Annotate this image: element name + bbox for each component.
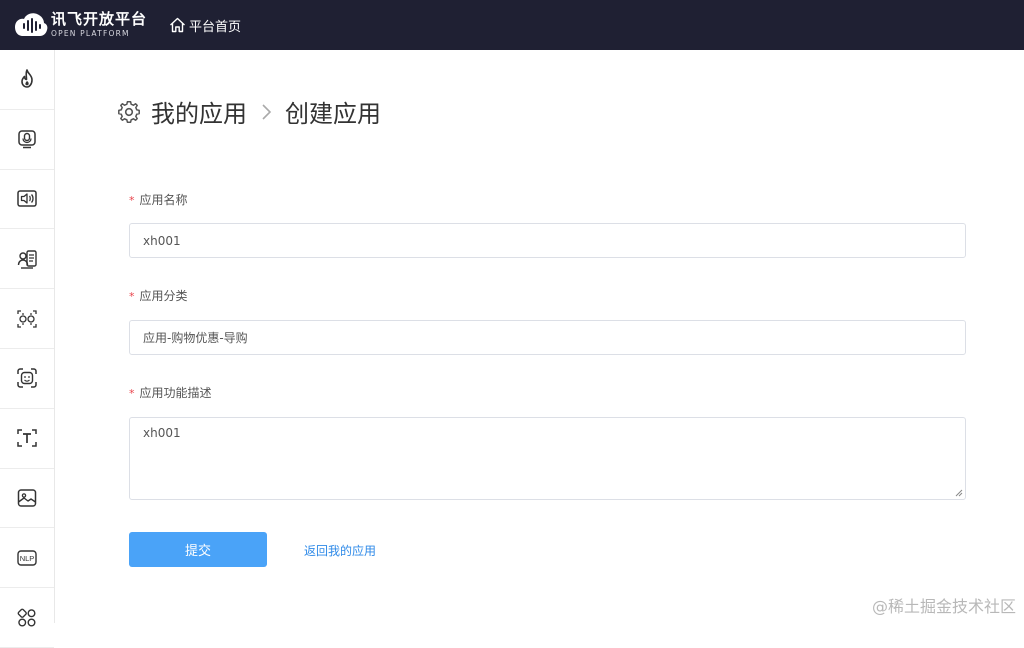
grid-apps-icon bbox=[16, 607, 38, 629]
logo[interactable]: 讯飞开放平台 OPEN PLATFORM bbox=[14, 12, 152, 38]
breadcrumb: 我的应用 创建应用 bbox=[117, 94, 381, 129]
app-name-label: * 应用名称 bbox=[129, 191, 188, 208]
sidebar-item-voice-transcription[interactable] bbox=[0, 229, 54, 289]
main-content: 我的应用 创建应用 * 应用名称 xh001 * 应用分类 应用-购物优惠-导购 *… bbox=[55, 50, 1024, 623]
breadcrumb-current: 创建应用 bbox=[285, 94, 381, 129]
logo-subtitle: OPEN PLATFORM bbox=[51, 30, 147, 38]
app-name-value: xh001 bbox=[143, 234, 181, 248]
gear-icon bbox=[117, 100, 141, 124]
flame-icon bbox=[16, 68, 38, 90]
app-category-label: * 应用分类 bbox=[129, 287, 188, 304]
nlp-icon: NLP bbox=[16, 547, 38, 569]
app-category-select[interactable]: 应用-购物优惠-导购 bbox=[129, 320, 966, 355]
watermark: @稀土掘金技术社区 bbox=[872, 593, 1016, 617]
sidebar-item-nlp[interactable]: NLP bbox=[0, 528, 54, 588]
image-icon bbox=[16, 487, 38, 509]
resize-handle-icon[interactable] bbox=[955, 489, 963, 497]
home-link-label: 平台首页 bbox=[189, 16, 241, 35]
sidebar-item-speech-recognition[interactable] bbox=[0, 110, 54, 170]
speaker-icon bbox=[16, 188, 38, 210]
app-description-value: xh001 bbox=[143, 426, 181, 440]
submit-button[interactable]: 提交 bbox=[129, 532, 267, 567]
sidebar: NLP bbox=[0, 50, 55, 623]
back-to-my-apps-link[interactable]: 返回我的应用 bbox=[304, 542, 376, 559]
required-mark: * bbox=[129, 194, 135, 207]
sidebar-item-face-recognition[interactable] bbox=[0, 349, 54, 409]
required-mark: * bbox=[129, 387, 135, 400]
logo-icon bbox=[14, 12, 48, 38]
voice-text-icon bbox=[16, 248, 38, 270]
home-icon bbox=[169, 17, 186, 33]
face-scan-icon bbox=[16, 367, 38, 389]
sidebar-item-text-recognition[interactable] bbox=[0, 409, 54, 469]
sidebar-item-more[interactable] bbox=[0, 588, 54, 648]
app-name-input[interactable]: xh001 bbox=[129, 223, 966, 258]
microphone-icon bbox=[16, 128, 38, 150]
app-category-value: 应用-购物优惠-导购 bbox=[143, 329, 248, 346]
app-description-label-text: 应用功能描述 bbox=[140, 386, 212, 400]
sidebar-item-image-recognition[interactable] bbox=[0, 469, 54, 529]
voiceprint-icon bbox=[16, 308, 38, 330]
app-description-label: * 应用功能描述 bbox=[129, 384, 212, 401]
app-category-label-text: 应用分类 bbox=[140, 289, 188, 303]
breadcrumb-parent[interactable]: 我的应用 bbox=[151, 94, 247, 129]
sidebar-item-hot[interactable] bbox=[0, 50, 54, 110]
text-recognition-icon bbox=[16, 427, 38, 449]
platform-home-link[interactable]: 平台首页 bbox=[169, 16, 241, 35]
nlp-icon-text: NLP bbox=[20, 554, 35, 563]
sidebar-item-speech-synthesis[interactable] bbox=[0, 170, 54, 230]
chevron-right-icon bbox=[261, 102, 273, 122]
logo-title: 讯飞开放平台 bbox=[51, 12, 147, 27]
required-mark: * bbox=[129, 290, 135, 303]
app-description-textarea[interactable]: xh001 bbox=[129, 417, 966, 500]
top-navbar: 讯飞开放平台 OPEN PLATFORM 平台首页 bbox=[0, 0, 1024, 50]
sidebar-item-voiceprint[interactable] bbox=[0, 289, 54, 349]
app-name-label-text: 应用名称 bbox=[140, 193, 188, 207]
